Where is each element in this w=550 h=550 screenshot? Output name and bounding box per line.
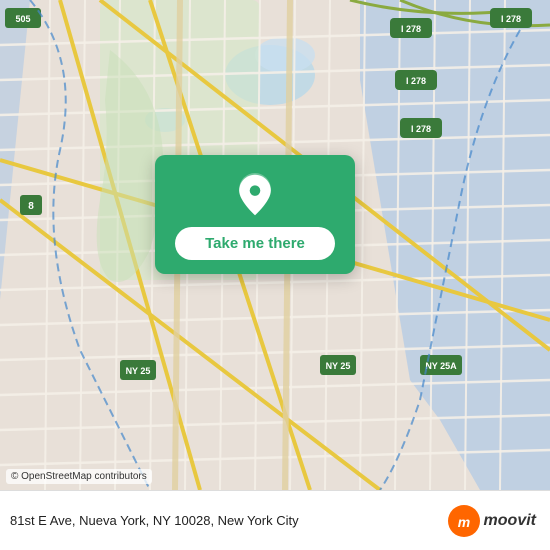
svg-text:I 278: I 278 xyxy=(411,124,431,134)
map-container: I 278 I 278 I 278 I 278 8 NY 25 NY 25 NY… xyxy=(0,0,550,490)
svg-text:NY 25A: NY 25A xyxy=(425,361,457,371)
moovit-logo: m moovit xyxy=(448,505,536,537)
location-card: Take me there xyxy=(155,155,355,274)
svg-text:I 278: I 278 xyxy=(501,14,521,24)
osm-attribution: © OpenStreetMap contributors xyxy=(6,469,152,484)
take-me-there-button[interactable]: Take me there xyxy=(175,227,335,260)
svg-text:8: 8 xyxy=(28,201,34,212)
moovit-icon: m xyxy=(448,505,480,537)
svg-text:NY 25: NY 25 xyxy=(126,366,151,376)
app-container: I 278 I 278 I 278 I 278 8 NY 25 NY 25 NY… xyxy=(0,0,550,550)
svg-text:I 278: I 278 xyxy=(401,24,421,34)
svg-text:505: 505 xyxy=(15,14,30,24)
location-pin-icon xyxy=(233,173,277,217)
moovit-wordmark: moovit xyxy=(484,512,536,530)
svg-text:NY 25: NY 25 xyxy=(326,361,351,371)
svg-text:I 278: I 278 xyxy=(406,76,426,86)
svg-text:m: m xyxy=(457,514,469,530)
bottom-bar: 81st E Ave, Nueva York, NY 10028, New Yo… xyxy=(0,490,550,550)
address-text: 81st E Ave, Nueva York, NY 10028, New Yo… xyxy=(10,513,440,528)
